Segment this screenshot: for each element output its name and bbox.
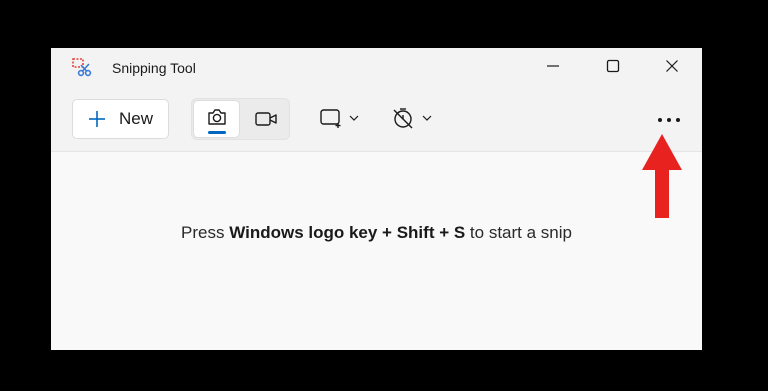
chevron-down-icon xyxy=(349,115,359,121)
snipping-tool-window: Snipping Tool New Press Windows logo key… xyxy=(51,48,702,350)
hint-suffix: to start a snip xyxy=(465,223,572,242)
title-bar[interactable]: Snipping Tool xyxy=(51,48,702,88)
start-snip-hint: Press Windows logo key + Shift + S to st… xyxy=(51,223,702,243)
close-icon xyxy=(666,60,678,72)
close-button[interactable] xyxy=(649,48,695,84)
minimize-icon xyxy=(547,65,559,67)
toolbar: New xyxy=(51,88,702,152)
snip-mode-button[interactable] xyxy=(193,100,240,138)
camera-icon xyxy=(207,109,226,125)
snipping-tool-app-icon xyxy=(72,58,92,77)
maximize-icon xyxy=(606,59,620,73)
hint-prefix: Press xyxy=(181,223,230,242)
capture-mode-toggle xyxy=(191,98,290,140)
rectangle-snip-icon xyxy=(320,109,341,128)
chevron-down-icon xyxy=(422,115,432,121)
more-horizontal-icon xyxy=(658,118,680,122)
hint-keyboard-shortcut: Windows logo key + Shift + S xyxy=(229,223,466,242)
plus-icon xyxy=(89,111,105,127)
record-mode-button[interactable] xyxy=(242,100,289,138)
app-title: Snipping Tool xyxy=(112,60,196,76)
snip-shape-dropdown[interactable] xyxy=(319,103,360,133)
new-button-label: New xyxy=(119,109,154,128)
video-camera-icon xyxy=(254,112,277,126)
maximize-button[interactable] xyxy=(590,48,636,84)
more-options-button[interactable] xyxy=(649,106,689,134)
snip-canvas-area: Press Windows logo key + Shift + S to st… xyxy=(51,152,702,350)
selected-indicator xyxy=(208,131,226,134)
new-snip-button[interactable]: New xyxy=(72,99,169,139)
red-arrow-annotation xyxy=(642,134,682,218)
timer-off-icon xyxy=(393,108,413,129)
delay-dropdown[interactable] xyxy=(391,103,433,133)
minimize-button[interactable] xyxy=(530,48,576,84)
